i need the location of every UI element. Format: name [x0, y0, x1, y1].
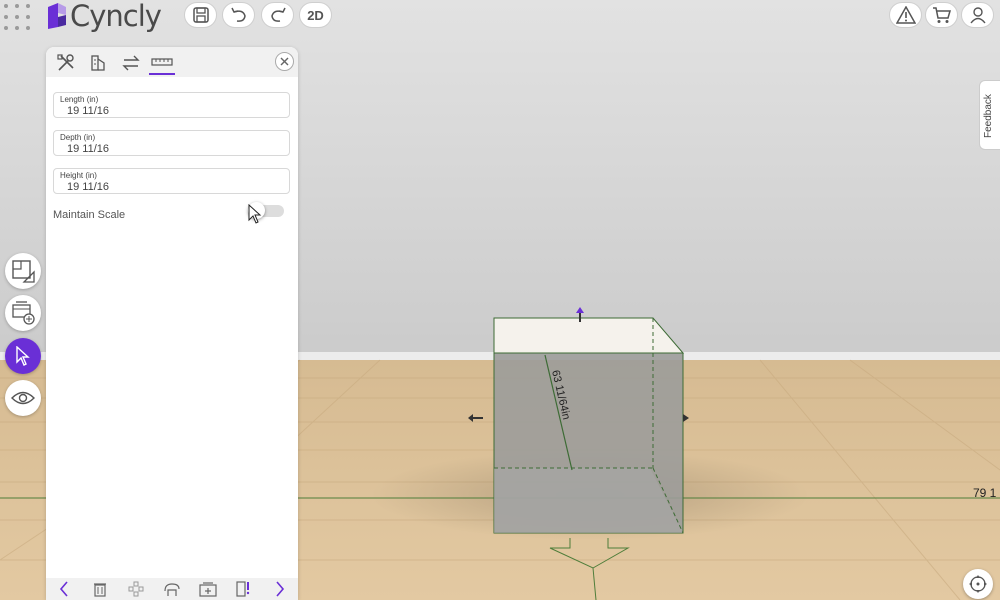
depth-label: Depth (in): [60, 133, 96, 142]
delete-button[interactable]: [88, 579, 112, 599]
warnings-button[interactable]: [889, 2, 922, 28]
add-cabinet-icon: [12, 301, 35, 325]
view-mode-toggle-button[interactable]: 2D: [299, 2, 332, 28]
pointer-icon: [16, 346, 30, 366]
user-icon: [969, 7, 986, 24]
feedback-tab[interactable]: Feedback: [979, 80, 1000, 150]
view-tool-button[interactable]: [5, 380, 41, 416]
trash-icon: [94, 583, 106, 597]
rotate-button[interactable]: [160, 579, 184, 599]
add-copy-icon: [199, 582, 217, 597]
height-field[interactable]: Height (in): [53, 168, 290, 194]
tab-swap[interactable]: [118, 51, 144, 75]
user-account-button[interactable]: [961, 2, 994, 28]
panel-tabs: [46, 47, 298, 77]
logo-mark-icon: [48, 3, 66, 29]
mouse-cursor-icon: [248, 204, 262, 224]
move-icon: [128, 581, 144, 597]
floorplan-icon: [12, 260, 35, 283]
redo-icon: [270, 7, 286, 22]
swap-icon: [122, 55, 140, 71]
save-icon: [192, 7, 209, 23]
close-icon: [280, 57, 289, 66]
height-label: Height (in): [60, 171, 97, 180]
camera-navigation-button[interactable]: [963, 569, 993, 599]
brand-logo: Cyncly: [46, 0, 162, 33]
add-product-tool-button[interactable]: [5, 295, 41, 331]
hand-rotate-icon: [164, 583, 180, 596]
close-panel-button[interactable]: [275, 52, 294, 71]
eye-icon: [11, 391, 35, 405]
ruler-icon: [151, 58, 173, 66]
length-input[interactable]: [67, 105, 267, 117]
next-button[interactable]: [268, 579, 292, 599]
depth-input[interactable]: [67, 143, 267, 155]
apps-grid-icon[interactable]: [2, 2, 34, 32]
cart-icon: [932, 7, 951, 23]
navigation-icon: [969, 575, 987, 593]
undo-icon: [230, 7, 246, 22]
length-field[interactable]: Length (in): [53, 92, 290, 118]
undo-button[interactable]: [222, 2, 255, 28]
length-label: Length (in): [60, 95, 99, 104]
redo-button[interactable]: [261, 2, 294, 28]
tab-tools[interactable]: [53, 51, 79, 75]
panel-footer-toolbar: [46, 578, 298, 600]
depth-field[interactable]: Depth (in): [53, 130, 290, 156]
previous-button[interactable]: [52, 579, 76, 599]
side-dimension: 79 1: [973, 486, 997, 500]
tools-icon: [57, 54, 74, 71]
height-input[interactable]: [67, 181, 267, 193]
floorplan-tool-button[interactable]: [5, 253, 41, 289]
move-button[interactable]: [124, 579, 148, 599]
duplicate-button[interactable]: [196, 579, 220, 599]
save-button[interactable]: [184, 2, 217, 28]
item-warning-button[interactable]: [232, 579, 256, 599]
chevron-left-icon: [59, 581, 68, 597]
maintain-scale-label: Maintain Scale: [53, 209, 126, 221]
brand-name: Cyncly: [70, 0, 162, 33]
feedback-label: Feedback: [983, 94, 994, 138]
item-warning-icon: [236, 581, 250, 597]
cart-button[interactable]: [925, 2, 958, 28]
warning-icon: [895, 6, 916, 24]
tab-materials[interactable]: [86, 51, 112, 75]
chevron-right-icon: [276, 581, 285, 597]
tab-dimensions[interactable]: [149, 51, 175, 75]
materials-icon: [91, 55, 105, 71]
select-tool-button[interactable]: [5, 338, 41, 374]
properties-panel: Length (in) Depth (in) Height (in) Maint…: [46, 47, 298, 600]
